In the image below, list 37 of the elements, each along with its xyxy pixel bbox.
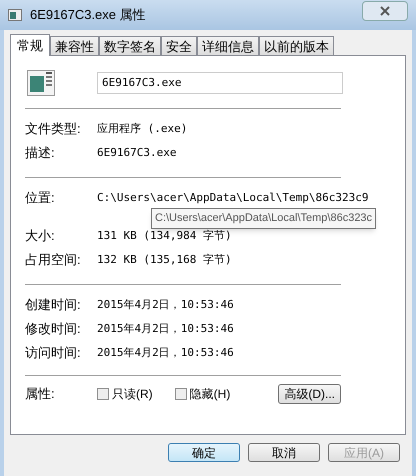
- dialog-button[interactable]: 确定: [168, 443, 240, 462]
- path-tooltip: C:\Users\acer\AppData\Local\Temp\86c323c: [151, 208, 376, 228]
- field-value: 应用程序 (.exe): [97, 120, 188, 137]
- field-value: C:\Users\acer\AppData\Local\Temp\86c323c9: [97, 190, 369, 206]
- close-button[interactable]: [362, 1, 408, 21]
- field-label: 占用空间:: [25, 251, 82, 270]
- tab[interactable]: 数字签名: [99, 36, 161, 55]
- field-label: 修改时间:: [25, 320, 82, 338]
- dialog-button[interactable]: 取消: [248, 443, 320, 462]
- checkbox-label: 只读(R): [112, 386, 153, 403]
- tab[interactable]: 常规: [10, 34, 50, 56]
- tab[interactable]: 以前的版本: [259, 36, 334, 55]
- field-value: 2015年4月2日，10:53:46: [97, 296, 234, 313]
- window-icon: [8, 9, 22, 21]
- checkbox-label: 隐藏(H): [190, 386, 230, 403]
- field-label: 描述:: [25, 144, 56, 162]
- field-value: 2015年4月2日，10:53:46: [97, 344, 234, 361]
- field-value: 131 KB (134,984 字节): [97, 228, 232, 244]
- application-icon: [27, 70, 55, 96]
- field-label: 属性:: [25, 385, 56, 404]
- field-label: 文件类型:: [25, 120, 82, 138]
- field-value: 132 KB (135,168 字节): [97, 252, 232, 268]
- window-title: 6E9167C3.exe 属性: [30, 6, 146, 24]
- tab[interactable]: 兼容性: [50, 36, 99, 55]
- field-label: 大小:: [25, 227, 56, 246]
- field-value: 2015年4月2日，10:53:46: [97, 320, 234, 337]
- close-icon: [379, 6, 391, 16]
- tab[interactable]: 详细信息: [197, 36, 259, 55]
- field-label: 创建时间:: [25, 296, 82, 314]
- field-label: 位置:: [25, 189, 56, 208]
- checkbox[interactable]: [174, 388, 187, 400]
- field-value: 6E9167C3.exe: [97, 144, 176, 161]
- tab[interactable]: 安全: [161, 36, 197, 55]
- file-name-field[interactable]: 6E9167C3.exe: [97, 72, 343, 94]
- advanced-button[interactable]: 高级(D)...: [278, 384, 341, 404]
- field-label: 访问时间:: [25, 344, 82, 362]
- checkbox[interactable]: [97, 388, 109, 400]
